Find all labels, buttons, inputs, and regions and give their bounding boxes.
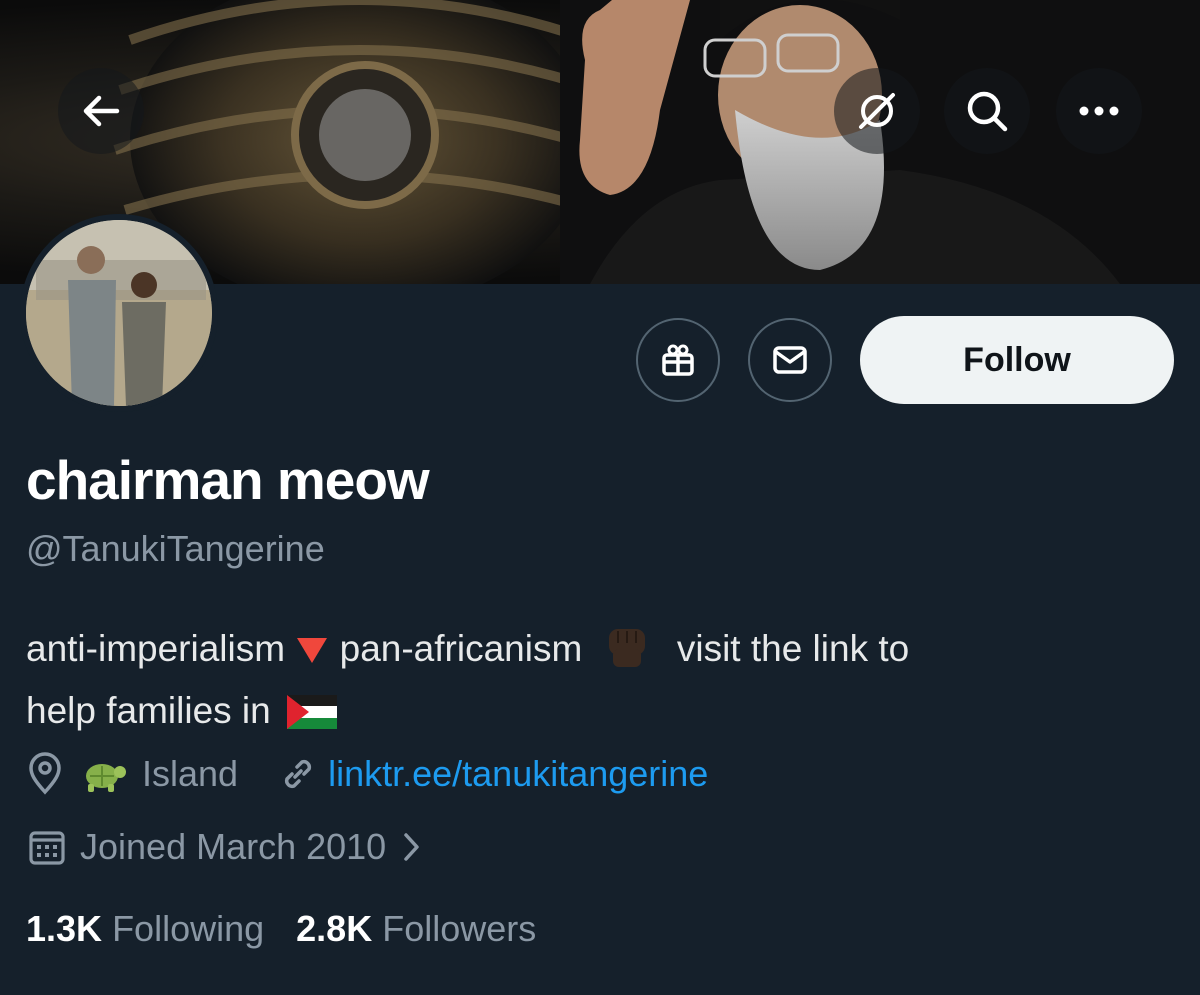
location-pin-icon <box>26 752 64 796</box>
grok-icon <box>855 89 899 133</box>
chevron-right-icon <box>400 830 422 864</box>
joined-date: Joined March 2010 <box>80 826 387 867</box>
calendar-icon <box>26 826 68 868</box>
display-name: chairman meow <box>26 449 430 511</box>
bio-segment-1: anti-imperialism <box>26 628 286 669</box>
avatar[interactable] <box>20 214 218 412</box>
following-count: 1.3K <box>26 908 103 949</box>
following-stat[interactable]: 1.3K Following <box>26 908 274 949</box>
bio-segment-4: help families in <box>26 690 271 731</box>
gift-icon <box>658 340 698 380</box>
bio-segment-2: pan-africanism <box>339 628 583 669</box>
more-button[interactable] <box>1056 68 1142 154</box>
location-text: Island <box>142 753 239 794</box>
followers-stat[interactable]: 2.8K Followers <box>296 908 536 949</box>
turtle-emoji-icon <box>78 754 128 794</box>
red-triangle-emoji-icon <box>295 635 329 665</box>
link-icon <box>278 754 318 794</box>
back-button[interactable] <box>58 68 144 154</box>
joined-row[interactable]: Joined March 2010 <box>26 826 422 868</box>
search-icon <box>965 89 1009 133</box>
arrow-left-icon <box>79 89 123 133</box>
following-label: Following <box>112 908 265 949</box>
follow-stats: 1.3K Following 2.8K Followers <box>26 908 536 950</box>
raised-fist-emoji-icon <box>603 623 653 669</box>
palestine-flag-emoji-icon <box>287 695 338 729</box>
search-button[interactable] <box>944 68 1030 154</box>
message-button[interactable] <box>748 318 832 402</box>
followers-label: Followers <box>382 908 537 949</box>
grok-button[interactable] <box>834 68 920 154</box>
avatar-image <box>26 220 212 406</box>
more-icon <box>1077 104 1121 118</box>
website-link[interactable]: linktr.ee/tanukitangerine <box>328 753 708 795</box>
profile-meta-row: Island linktr.ee/tanukitangerine <box>26 752 708 796</box>
handle: @TanukiTangerine <box>26 528 325 569</box>
gift-button[interactable] <box>636 318 720 402</box>
followers-count: 2.8K <box>296 908 373 949</box>
bio-segment-3: visit the link to <box>676 628 910 669</box>
follow-button[interactable]: Follow <box>860 316 1174 404</box>
envelope-icon <box>770 340 810 380</box>
bio: anti-imperialism pan-africanism visit th… <box>26 618 1176 742</box>
